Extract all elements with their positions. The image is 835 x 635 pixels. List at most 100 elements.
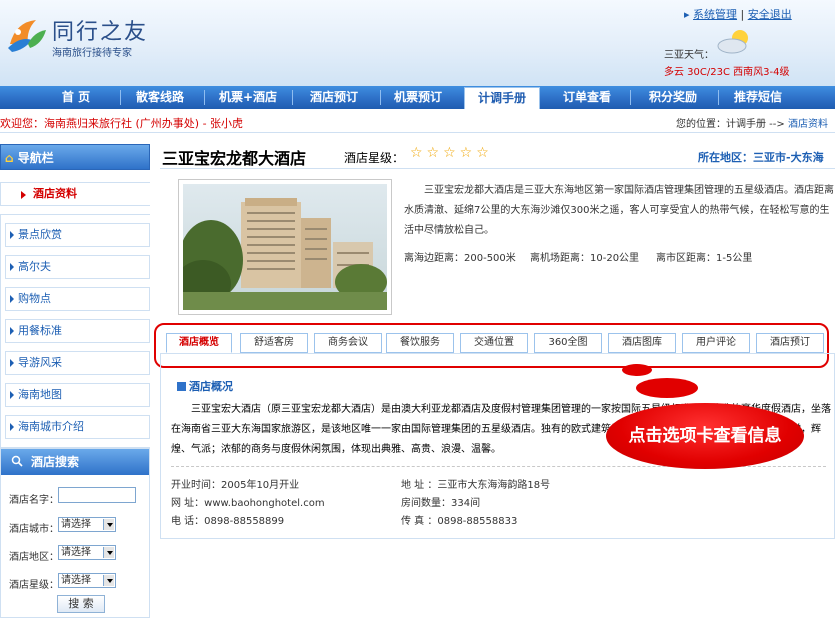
callout-dot-large [636, 378, 698, 398]
sidebar-item-label: 购物点 [18, 292, 51, 305]
nav-divider [380, 90, 381, 105]
arrow-right-icon [10, 423, 14, 431]
arrow-right-icon [10, 263, 14, 271]
brand-name: 同行之友 [52, 20, 149, 45]
tab-overview[interactable]: 酒店概览 [166, 333, 232, 353]
tab-meetings[interactable]: 商务会议 [314, 333, 382, 353]
arrow-right-icon [10, 327, 14, 335]
hotel-name-input[interactable] [58, 487, 136, 503]
nav-divider [204, 90, 205, 105]
system-admin-link[interactable]: 系统管理 [693, 8, 737, 21]
nav-group-tours[interactable]: 散客线路 [128, 86, 192, 109]
chevron-down-icon [103, 547, 114, 558]
sidebar-item-label: 导游风采 [18, 356, 62, 369]
nav-operations-manual[interactable]: 计调手册 [464, 87, 540, 109]
breadcrumb-prefix: 您的位置：计调手册 --> [676, 119, 785, 130]
nav-orders[interactable]: 订单查看 [550, 86, 624, 109]
home-icon: ⌂ [5, 151, 14, 165]
arrow-right-icon [21, 191, 26, 199]
sidebar-list: 景点欣赏 高尔夫 购物点 用餐标准 导游风采 海南地图 海南城市介绍 [0, 214, 150, 448]
sidebar-item-map[interactable]: 海南地图 [5, 383, 150, 407]
hotel-name-label: 酒店名字： [9, 495, 59, 506]
tab-rooms[interactable]: 舒适客房 [240, 333, 308, 353]
sidebar-item-label: 景点欣赏 [18, 228, 62, 241]
hotel-search-panel: 酒店搜索 酒店名字： 酒店城市： 请选择 酒店地区： 请选择 酒店星级： 请选择… [0, 448, 150, 618]
overview-title: 酒店概况 [177, 378, 233, 394]
tab-location[interactable]: 交通位置 [460, 333, 528, 353]
nav-flight-booking[interactable]: 机票预订 [382, 86, 454, 109]
select-value: 请选择 [61, 547, 91, 558]
fax: 传 真 ：0898-88558833 [401, 516, 518, 527]
overview-title-label: 酒店概况 [189, 380, 233, 393]
room-count: 房间数量：334间 [401, 498, 481, 509]
sidebar-item-guides[interactable]: 导游风采 [5, 351, 150, 375]
hotel-building-image [183, 184, 387, 310]
callout-bubble: 点击选项卡查看信息 [606, 403, 804, 469]
main-nav: 首 页 散客线路 机票+酒店 酒店预订 机票预订 计调手册 订单查看 积分奖励 … [0, 86, 835, 109]
hotel-city-label: 酒店城市： [9, 524, 59, 535]
nav-points[interactable]: 积分奖励 [636, 86, 710, 109]
hotel-description: 三亚宝宏龙都大酒店是三亚大东海地区第一家国际酒店管理集团管理的五星级酒店。酒店距… [404, 185, 834, 236]
tab-360-view[interactable]: 360全图 [534, 333, 602, 353]
hotel-star-rating-label: 酒店星级： [344, 151, 405, 165]
distance-beach: 离海边距离：200-500米 [404, 253, 516, 264]
nav-sms[interactable]: 推荐短信 [724, 86, 792, 109]
sidebar-item-dining[interactable]: 用餐标准 [5, 319, 150, 343]
nav-home[interactable]: 首 页 [44, 86, 108, 109]
sidebar-current-label: 酒店资料 [33, 187, 77, 200]
nav-divider [120, 90, 121, 105]
sidebar-item-golf[interactable]: 高尔夫 [5, 255, 150, 279]
hotel-city-select[interactable]: 请选择 [58, 517, 116, 532]
arrow-right-icon [10, 231, 14, 239]
nav-hotel-booking[interactable]: 酒店预订 [298, 86, 370, 109]
header: 同行之友 海南旅行接待专家 ▸ 系统管理 | 安全退出 三亚天气： 多云 30C… [0, 0, 835, 86]
tab-reviews[interactable]: 用户评论 [682, 333, 750, 353]
hotel-region: 所在地区：三亚市-大东海 [698, 151, 824, 164]
info-bar: 欢迎您：海南燕归来旅行社 (广州办事处) - 张小虎 您的位置：计调手册 -->… [0, 109, 835, 133]
tab-dining[interactable]: 餐饮服务 [386, 333, 454, 353]
star-rating-icons: ☆☆☆☆☆ [410, 145, 493, 161]
address: 地 址 ：三亚市大东海海韵路18号 [401, 480, 551, 491]
sidebar-item-label: 用餐标准 [18, 324, 62, 337]
logo-icon [8, 20, 46, 52]
arrow-right-icon [10, 295, 14, 303]
nav-divider [630, 90, 631, 105]
sidebar-item-label: 高尔夫 [18, 260, 51, 273]
sidebar-item-label: 海南城市介绍 [18, 420, 84, 433]
title-divider [160, 168, 835, 169]
nav-divider [292, 90, 293, 105]
select-value: 请选择 [61, 575, 91, 586]
hotel-star-select[interactable]: 请选择 [58, 573, 116, 588]
sidebar: ⌂ 导航栏 酒店资料 景点欣赏 高尔夫 购物点 用餐标准 导游风采 海南地图 海… [0, 144, 150, 448]
sidebar-current-item[interactable]: 酒店资料 [0, 182, 150, 206]
hotel-star-label: 酒店星级： [9, 580, 59, 591]
distance-airport: 离机场距离：10-20公里 [530, 253, 640, 264]
breadcrumb-current[interactable]: 酒店资料 [788, 119, 828, 130]
hotel-area-label: 酒店地区： [9, 552, 59, 563]
search-header-label: 酒店搜索 [31, 455, 80, 469]
nav-divider [718, 90, 719, 105]
nav-flight-hotel[interactable]: 机票+酒店 [208, 86, 288, 109]
sidebar-header-label: 导航栏 [17, 151, 54, 165]
phone: 电 话：0898-88558899 [171, 516, 285, 527]
search-button[interactable]: 搜 索 [57, 595, 105, 613]
hotel-photo [178, 179, 392, 315]
weather-detail: 多云 30C/23C 西南风3-4级 [664, 67, 790, 78]
logout-link[interactable]: 安全退出 [748, 8, 792, 21]
select-value: 请选择 [61, 519, 91, 530]
top-links: ▸ 系统管理 | 安全退出 [684, 8, 792, 21]
sidebar-item-cities[interactable]: 海南城市介绍 [5, 415, 150, 439]
chevron-down-icon [103, 519, 114, 530]
tab-gallery[interactable]: 酒店图库 [608, 333, 676, 353]
link-separator: | [740, 8, 745, 21]
hotel-area-select[interactable]: 请选择 [58, 545, 116, 560]
search-icon [11, 455, 23, 467]
sidebar-item-scenic[interactable]: 景点欣赏 [5, 223, 150, 247]
tab-booking[interactable]: 酒店预订 [756, 333, 824, 353]
arrow-right-icon [10, 359, 14, 367]
search-header: 酒店搜索 [1, 449, 149, 475]
sidebar-item-shopping[interactable]: 购物点 [5, 287, 150, 311]
sidebar-header: ⌂ 导航栏 [0, 144, 150, 170]
breadcrumb: 您的位置：计调手册 --> 酒店资料 [676, 115, 828, 130]
website[interactable]: 网 址：www.baohonghotel.com [171, 494, 325, 509]
